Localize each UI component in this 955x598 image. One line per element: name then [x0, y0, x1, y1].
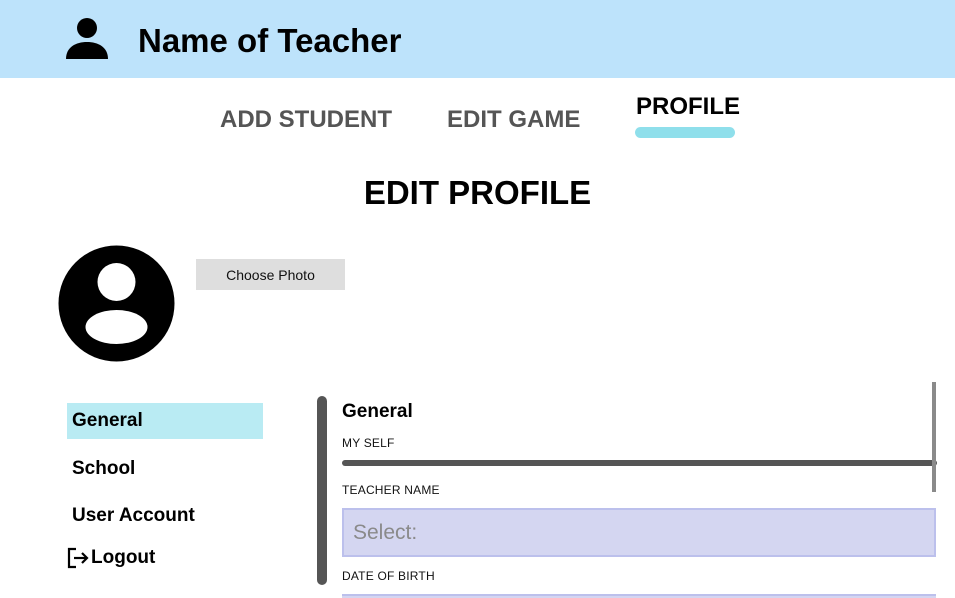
- form-scrollbar[interactable]: [932, 382, 936, 492]
- sidebar-item-label: School: [72, 458, 136, 479]
- page-title: EDIT PROFILE: [363, 174, 592, 211]
- sidebar-item-school[interactable]: School: [67, 451, 263, 487]
- my-self-label: MY SELF: [342, 436, 395, 450]
- sidebar-item-label: User Account: [72, 505, 195, 526]
- sidebar-item-logout[interactable]: Logout: [67, 540, 263, 576]
- tab-profile[interactable]: PROFILE: [636, 93, 740, 121]
- section-title: General: [342, 401, 413, 422]
- active-tab-indicator: [635, 127, 735, 138]
- teacher-name-title: Name of Teacher: [138, 22, 402, 59]
- sidebar-item-label: Logout: [91, 547, 156, 568]
- person-icon: [66, 18, 108, 59]
- tab-edit-game[interactable]: EDIT GAME: [447, 106, 580, 134]
- sidebar-item-label: General: [72, 410, 143, 431]
- vertical-divider: [317, 396, 327, 585]
- date-of-birth-label: DATE OF BIRTH: [342, 569, 435, 583]
- my-self-field[interactable]: [342, 460, 937, 466]
- top-header: Name of Teacher: [0, 0, 955, 78]
- select-placeholder: Select:: [353, 520, 418, 544]
- edit-profile-page: Name of Teacher ADD STUDENT EDIT GAME PR…: [0, 0, 955, 598]
- logout-icon: [67, 547, 89, 569]
- tab-add-student[interactable]: ADD STUDENT: [220, 106, 392, 134]
- choose-photo-button[interactable]: Choose Photo: [196, 259, 345, 290]
- teacher-name-label: TEACHER NAME: [342, 483, 440, 497]
- sidebar-item-general[interactable]: General: [67, 403, 263, 439]
- teacher-name-select[interactable]: Select:: [342, 508, 936, 557]
- sidebar-item-user-account[interactable]: User Account: [67, 498, 263, 534]
- date-of-birth-field[interactable]: [342, 594, 936, 598]
- account-circle-icon: [58, 245, 175, 362]
